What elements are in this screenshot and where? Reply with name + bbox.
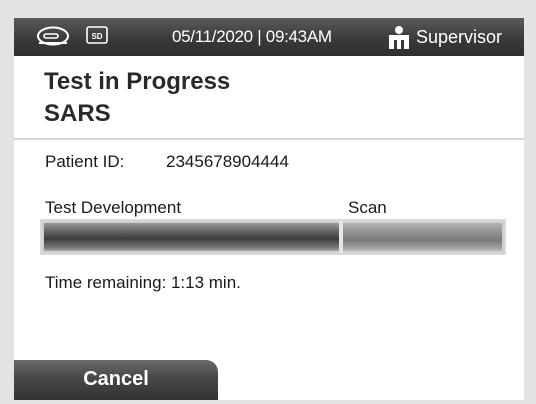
user-role[interactable]: Supervisor <box>416 27 502 48</box>
screen: SD 05/11/2020 | 09:43AM Supervisor Test … <box>14 18 524 400</box>
sd-card-icon: SD <box>86 26 108 44</box>
title-area: Test in Progress SARS <box>14 56 524 140</box>
test-name: SARS <box>44 100 111 127</box>
status-bar: SD 05/11/2020 | 09:43AM Supervisor <box>14 18 524 56</box>
progress-segment-scan <box>343 223 502 251</box>
phase-label-scan: Scan <box>348 198 387 217</box>
patient-id-value: 2345678904444 <box>166 152 289 171</box>
progress-segment-test-development <box>44 223 339 251</box>
device-frame: SD 05/11/2020 | 09:43AM Supervisor Test … <box>0 0 536 404</box>
svg-text:SD: SD <box>91 32 102 41</box>
phase-label-test-development: Test Development <box>45 198 182 217</box>
user-icon <box>389 26 409 49</box>
time-remaining: Time remaining: 1:13 min. <box>45 273 241 292</box>
cancel-button[interactable]: Cancel <box>14 360 218 400</box>
patient-id-label: Patient ID: <box>45 152 125 171</box>
page-title: Test in Progress <box>44 68 231 95</box>
status-datetime: 05/11/2020 | 09:43AM <box>172 27 332 46</box>
cassette-icon <box>37 26 69 46</box>
progress-bar <box>40 219 506 255</box>
